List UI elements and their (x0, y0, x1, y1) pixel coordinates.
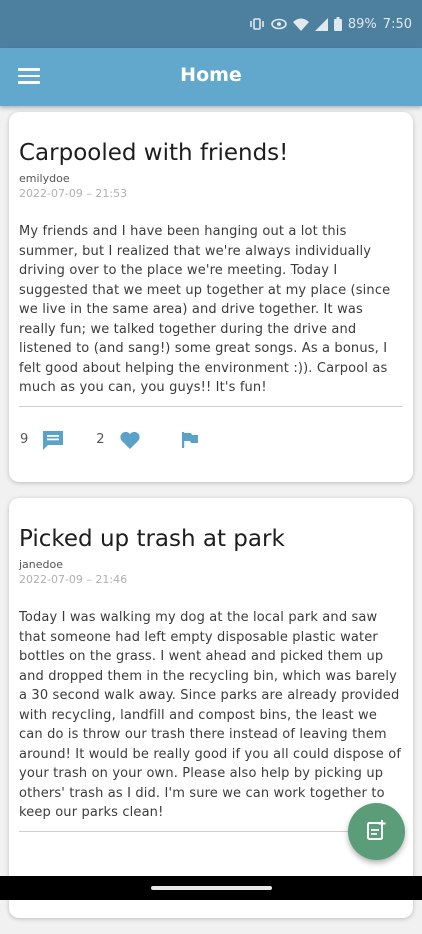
post-feed: Carpooled with friends! emilydoe 2022-07… (9, 112, 413, 934)
post-author[interactable]: janedoe (19, 558, 403, 571)
battery-icon (333, 17, 342, 31)
app-bar: Home (0, 48, 422, 106)
home-gesture-handle[interactable] (151, 886, 272, 890)
like-count: 2 (96, 432, 105, 447)
battery-percent: 89% (347, 16, 377, 32)
post-actions: 9 2 (19, 407, 403, 473)
divider (19, 830, 403, 832)
flag-icon[interactable] (181, 431, 199, 449)
post-title: Carpooled with friends! (19, 140, 289, 166)
new-post-icon (366, 819, 388, 845)
post-body: Today I was walking my dog at the local … (19, 610, 402, 820)
post-timestamp: 2022-07-09 – 21:53 (19, 187, 128, 200)
post-title: Picked up trash at park (19, 526, 285, 552)
heart-icon[interactable] (119, 430, 141, 450)
comment-count: 9 (20, 432, 29, 447)
status-time: 7:50 (382, 16, 412, 32)
new-post-button[interactable] (348, 803, 405, 860)
post-timestamp: 2022-07-09 – 21:46 (19, 573, 128, 586)
wifi-icon (292, 18, 309, 31)
eye-icon (271, 18, 287, 30)
comment-icon[interactable] (42, 430, 64, 450)
signal-icon (314, 17, 328, 31)
post-author[interactable]: emilydoe (19, 172, 403, 185)
post-card[interactable]: Carpooled with friends! emilydoe 2022-07… (9, 112, 413, 482)
post-card[interactable]: Picked up trash at park janedoe 2022-07-… (9, 498, 413, 918)
status-icons: 89% 7:50 (249, 14, 412, 34)
vibrate-icon (249, 17, 265, 31)
page-title: Home (180, 64, 242, 86)
status-bar: 89% 7:50 (0, 0, 422, 48)
post-body: My friends and I have been hanging out a… (19, 224, 391, 395)
system-nav-bar (0, 876, 422, 900)
